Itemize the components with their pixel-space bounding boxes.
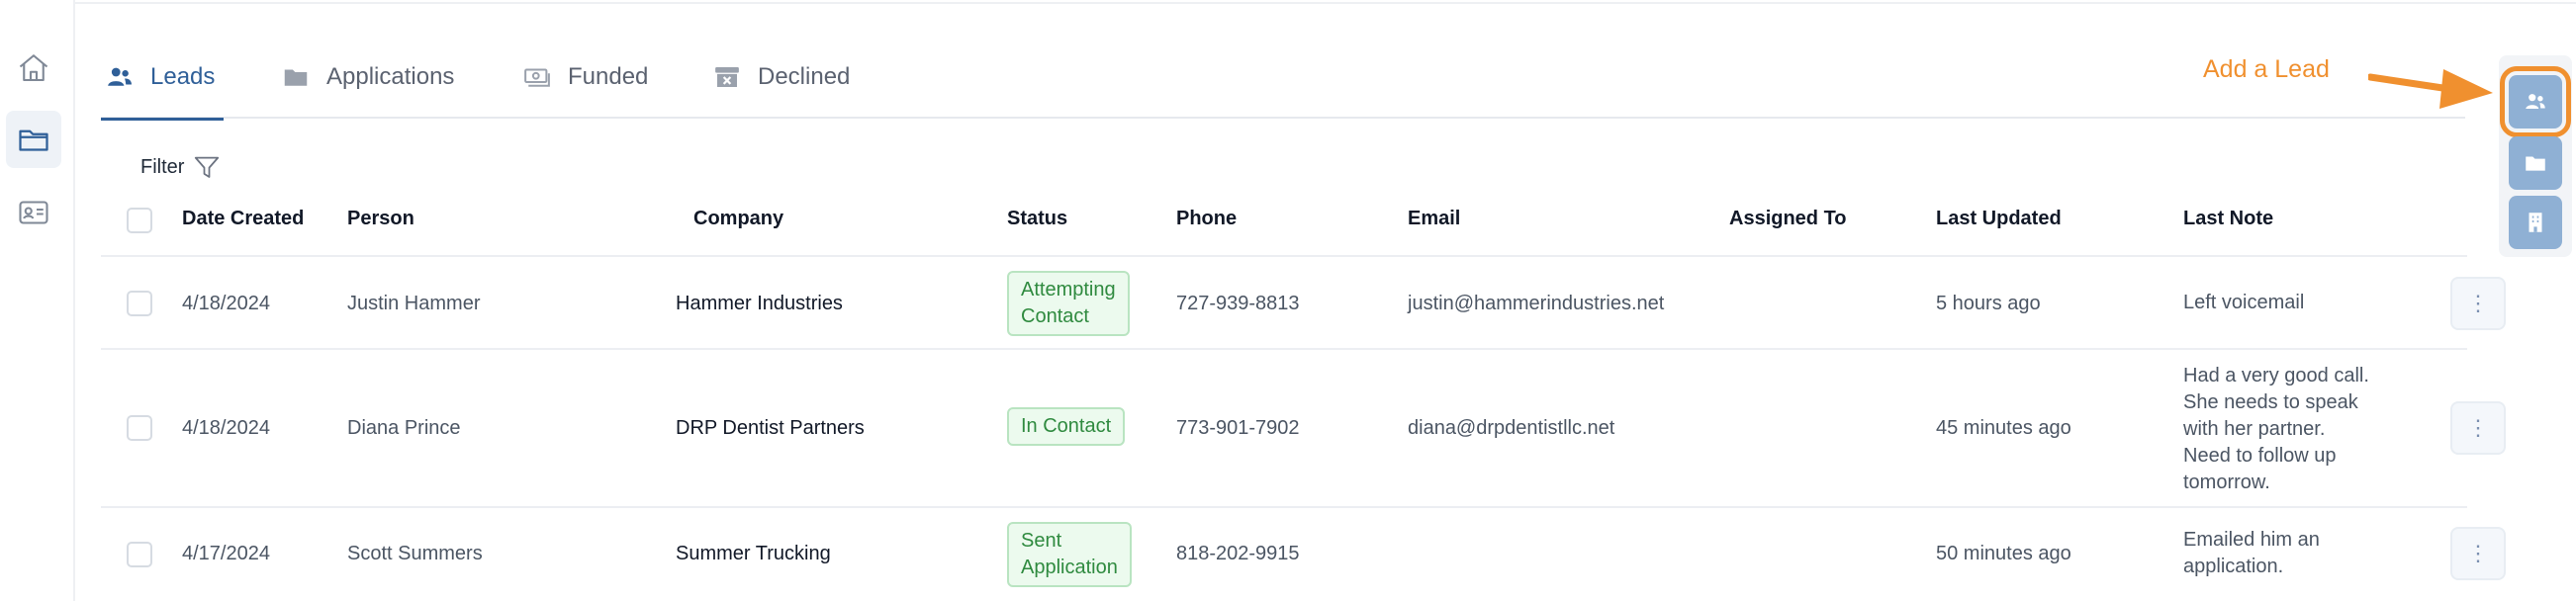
- cell-phone[interactable]: 773-901-7902: [1176, 417, 1300, 440]
- cell-email[interactable]: diana@drpdentistllc.net: [1408, 417, 1614, 440]
- cell-last-note: Left voicemail: [2183, 290, 2431, 316]
- add-application-button[interactable]: [2509, 136, 2562, 190]
- note-line: Had a very good call.: [2183, 365, 2369, 386]
- more-vertical-icon: ⋮: [2467, 291, 2489, 315]
- nav-contacts-button[interactable]: [6, 184, 61, 241]
- cell-last-updated: 50 minutes ago: [1936, 543, 2071, 564]
- column-header-date-created[interactable]: Date Created: [182, 208, 304, 230]
- cell-phone[interactable]: 727-939-8813: [1176, 293, 1300, 315]
- tab-declined[interactable]: Declined: [708, 36, 854, 119]
- select-all-checkbox[interactable]: [127, 208, 152, 233]
- cell-person[interactable]: Scott Summers: [347, 543, 483, 565]
- cell-date-created: 4/17/2024: [182, 543, 270, 564]
- cell-person[interactable]: Diana Prince: [347, 417, 461, 440]
- row-divider: [101, 506, 2467, 508]
- column-header-last-note[interactable]: Last Note: [2183, 208, 2273, 230]
- tab-label: Leads: [150, 63, 216, 90]
- cell-last-note: Emailed him an application.: [2183, 527, 2431, 580]
- column-header-assigned-to[interactable]: Assigned To: [1729, 208, 1847, 230]
- nav-folder-button[interactable]: [6, 111, 61, 168]
- top-divider: [73, 0, 2576, 4]
- folder-icon: [2526, 156, 2545, 171]
- filter-icon: [195, 156, 220, 178]
- row-divider: [101, 348, 2467, 350]
- row-actions-button[interactable]: ⋮: [2450, 277, 2506, 330]
- cell-phone[interactable]: 818-202-9915: [1176, 543, 1300, 565]
- add-lead-button[interactable]: [2500, 66, 2571, 137]
- note-line: Need to follow up: [2183, 445, 2337, 467]
- status-badge-line: Application: [1021, 557, 1118, 578]
- row-actions-button[interactable]: ⋮: [2450, 527, 2506, 580]
- column-header-email[interactable]: Email: [1408, 208, 1460, 230]
- archive-x-icon: [715, 67, 739, 87]
- cell-last-updated: 5 hours ago: [1936, 293, 2041, 314]
- users-icon: [108, 67, 132, 86]
- more-vertical-icon: ⋮: [2467, 541, 2489, 565]
- tab-label: Applications: [326, 63, 455, 90]
- row-actions-button[interactable]: ⋮: [2450, 401, 2506, 455]
- arrow-right-icon: [2368, 69, 2493, 109]
- cell-person[interactable]: Justin Hammer: [347, 293, 480, 315]
- column-header-phone[interactable]: Phone: [1176, 208, 1237, 230]
- status-badge[interactable]: In Contact: [1007, 407, 1126, 446]
- add-company-button[interactable]: [2509, 196, 2562, 249]
- note-line: application.: [2183, 556, 2284, 577]
- tab-funded[interactable]: Funded: [518, 36, 652, 119]
- column-header-person[interactable]: Person: [347, 208, 414, 230]
- cell-email[interactable]: justin@hammerindustries.net: [1408, 293, 1664, 315]
- more-vertical-icon: ⋮: [2467, 415, 2489, 440]
- quick-actions-panel: [2499, 55, 2572, 257]
- row-checkbox[interactable]: [127, 415, 152, 441]
- cell-company[interactable]: DRP Dentist Partners: [676, 417, 865, 440]
- column-header-last-updated[interactable]: Last Updated: [1936, 208, 2062, 230]
- row-checkbox[interactable]: [127, 542, 152, 567]
- cell-company[interactable]: Summer Trucking: [676, 543, 831, 565]
- users-icon: [2526, 94, 2545, 110]
- note-line: She needs to speak: [2183, 391, 2358, 413]
- status-badge-line: Contact: [1021, 305, 1089, 327]
- row-divider: [101, 255, 2467, 257]
- note-line: tomorrow.: [2183, 472, 2270, 493]
- nav-home-button[interactable]: [6, 40, 61, 97]
- filter-label: Filter: [140, 155, 185, 178]
- note-line: Emailed him an: [2183, 529, 2320, 551]
- tab-label: Funded: [568, 63, 649, 90]
- tab-leads[interactable]: Leads: [101, 36, 224, 121]
- tab-applications[interactable]: Applications: [277, 36, 458, 119]
- building-icon: [2529, 213, 2542, 232]
- status-badge-line: Attempting: [1021, 279, 1116, 300]
- note-line: Left voicemail: [2183, 292, 2305, 313]
- cell-date-created: 4/18/2024: [182, 293, 270, 314]
- folder-icon: [19, 129, 48, 151]
- column-header-status[interactable]: Status: [1007, 208, 1067, 230]
- cell-company[interactable]: Hammer Industries: [676, 293, 843, 315]
- tab-bar: Leads Applications Funded Declined: [101, 36, 2465, 121]
- status-badge-line: Sent: [1021, 530, 1062, 552]
- status-badge[interactable]: Attempting Contact: [1007, 271, 1130, 336]
- status-badge-line: In Contact: [1021, 415, 1112, 437]
- row-checkbox[interactable]: [127, 291, 152, 316]
- tab-label: Declined: [758, 63, 851, 90]
- contact-card-icon: [19, 201, 48, 224]
- filter-button[interactable]: Filter: [140, 152, 222, 182]
- home-icon: [19, 54, 48, 82]
- add-lead-hint: Add a Lead: [2203, 55, 2330, 83]
- cell-date-created: 4/18/2024: [182, 417, 270, 439]
- note-line: with her partner.: [2183, 418, 2326, 440]
- folder-icon: [284, 69, 308, 86]
- cell-last-note: Had a very good call. She needs to speak…: [2183, 363, 2431, 496]
- status-badge[interactable]: Sent Application: [1007, 522, 1132, 587]
- column-header-company[interactable]: Company: [693, 208, 783, 230]
- cell-last-updated: 45 minutes ago: [1936, 417, 2071, 439]
- money-icon: [524, 68, 550, 87]
- left-nav-rail: [0, 0, 75, 601]
